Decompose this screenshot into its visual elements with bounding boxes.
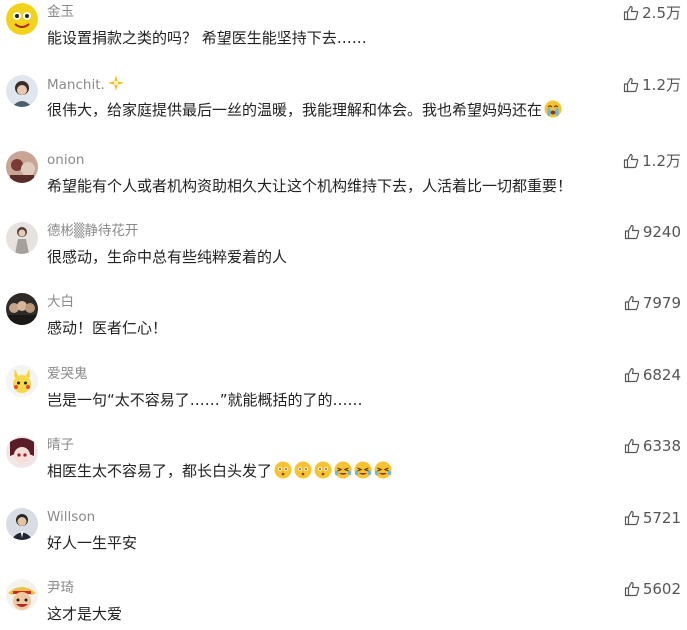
sparkle-badge-icon [107, 75, 124, 91]
thumbs-up-icon [624, 581, 640, 597]
sad-emoji-icon [314, 461, 332, 479]
like-count: 6338 [642, 437, 681, 455]
user-name[interactable]: 德彬▒静待花开 [47, 222, 138, 240]
comment-text: 相医生太不容易了，都长白头发了 [47, 461, 392, 481]
avatar[interactable] [6, 508, 38, 540]
like-count: 5721 [642, 509, 681, 527]
avatar[interactable] [6, 3, 38, 35]
comment-text: 这才是大爱 [47, 605, 123, 623]
comment-text: 好人一生平安 [47, 534, 138, 552]
user-name[interactable]: 大白 [47, 293, 74, 311]
like-button[interactable]: 9240 [624, 222, 681, 242]
thumbs-up-icon [624, 5, 639, 21]
thumbs-up-icon [624, 153, 639, 169]
like-count: 1.2万 [642, 76, 681, 94]
comment-item: Willson 好人一生平安 5721 [0, 505, 687, 577]
avatar[interactable] [6, 436, 38, 468]
comment-text: 很感动，生命中总有些纯粹爱着的人 [47, 248, 288, 266]
sad-emoji-icon [274, 461, 292, 479]
like-count: 1.2万 [642, 152, 681, 170]
comment-text: 很伟大，给家庭提供最后一丝的温暖，我能理解和体会。我也希望妈妈还在 [47, 100, 562, 120]
comment-item: onion 希望能有个人或者机构资助相久大让这个机构维持下去，人活着比一切都重要… [0, 148, 687, 220]
avatar[interactable] [6, 293, 38, 325]
user-name[interactable]: 爱哭鬼 [47, 365, 88, 383]
comment-item: 尹琦 这才是大爱 5602 [0, 576, 687, 630]
like-button[interactable]: 1.2万 [623, 75, 681, 95]
thumbs-up-icon [624, 438, 640, 454]
comment-item: 大白 感动！医者仁心！ 7979 [0, 290, 687, 362]
like-button[interactable]: 7979 [624, 293, 681, 313]
thumbs-up-icon [624, 367, 640, 383]
comment-text: 感动！医者仁心！ [47, 319, 168, 337]
avatar[interactable] [6, 151, 38, 183]
crying-emoji-icon [544, 100, 562, 118]
avatar[interactable] [6, 579, 38, 611]
user-name[interactable]: 晴子 [47, 436, 74, 454]
thumbs-up-icon [624, 295, 640, 311]
comment-item: 爱哭鬼 岂是一句“太不容易了……”就能概括的了的…… 6824 [0, 362, 687, 434]
like-count: 5602 [642, 580, 681, 598]
crying-emoji-icon [374, 461, 392, 479]
user-name[interactable]: onion [47, 151, 84, 169]
like-count: 9240 [642, 223, 681, 241]
comment-item: 晴子 相医生太不容易了，都长白头发了 6338 [0, 433, 687, 505]
avatar[interactable] [6, 75, 38, 107]
comment-item: Manchit. 很伟大，给家庭提供最后一丝的温暖，我能理解和体会。我也希望妈妈… [0, 72, 687, 144]
comment-text: 希望能有个人或者机构资助相久大让这个机构维持下去，人活着比一切都重要！ [47, 177, 573, 195]
user-name[interactable]: 尹琦 [47, 579, 74, 597]
like-button[interactable]: 2.5万 [623, 3, 681, 23]
user-name[interactable]: Manchit. [47, 75, 124, 94]
like-count: 2.5万 [642, 4, 681, 22]
user-name[interactable]: 金玉 [47, 3, 74, 21]
thumbs-up-icon [624, 510, 640, 526]
sad-emoji-icon [294, 461, 312, 479]
comment-text: 岂是一句“太不容易了……”就能概括的了的…… [47, 391, 363, 409]
avatar[interactable] [6, 222, 38, 254]
like-button[interactable]: 5721 [624, 508, 681, 528]
crying-emoji-icon [354, 461, 372, 479]
comment-list: 金玉 能设置捐款之类的吗？ 希望医生能坚持下去…… 2.5万 Manchit. … [0, 0, 687, 630]
like-button[interactable]: 1.2万 [623, 151, 681, 171]
user-name[interactable]: Willson [47, 508, 95, 526]
crying-emoji-icon [334, 461, 352, 479]
like-button[interactable]: 5602 [624, 579, 681, 599]
comment-text: 能设置捐款之类的吗？ 希望医生能坚持下去…… [47, 29, 367, 47]
avatar[interactable] [6, 365, 38, 397]
thumbs-up-icon [624, 77, 639, 93]
like-button[interactable]: 6824 [624, 365, 681, 385]
like-button[interactable]: 6338 [624, 436, 681, 456]
thumbs-up-icon [624, 224, 640, 240]
like-count: 6824 [642, 366, 681, 384]
comment-item: 金玉 能设置捐款之类的吗？ 希望医生能坚持下去…… 2.5万 [0, 0, 687, 72]
like-count: 7979 [642, 294, 681, 312]
comment-item: 德彬▒静待花开 很感动，生命中总有些纯粹爱着的人 9240 [0, 219, 687, 291]
